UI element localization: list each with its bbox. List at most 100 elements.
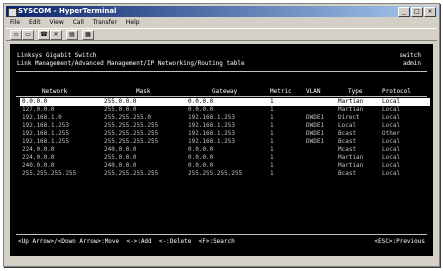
- hyperterminal-window: SYSCOM - HyperTerminal _ □ × File Edit V…: [3, 3, 440, 267]
- table-row[interactable]: 224.0.0.0 255.0.0.0 0.0.0.0 1 Martian Lo…: [20, 154, 430, 162]
- menu-view[interactable]: View: [50, 19, 64, 26]
- cell-type: Direct: [338, 114, 360, 121]
- terminal-app-icon: [8, 8, 17, 17]
- col-vlan: VLAN: [306, 88, 321, 95]
- minimize-icon[interactable]: _: [398, 7, 410, 17]
- cell-gateway: 0.0.0.0: [188, 146, 214, 153]
- table-row[interactable]: 192.168.1.255 255.255.255.255 192.168.1.…: [20, 138, 430, 146]
- cell-gateway: 192.168.1.253: [188, 122, 235, 129]
- col-mask: Mask: [136, 88, 151, 95]
- properties-icon[interactable]: ▦: [82, 30, 94, 40]
- cell-network: 224.0.0.0: [22, 146, 55, 153]
- table-row[interactable]: 0.0.0.0 255.0.0.0 0.0.0.0 1 Martian Loca…: [20, 98, 430, 106]
- table-row[interactable]: 127.0.0.0 255.0.0.0 0.0.0.0 1 Martian Lo…: [20, 106, 430, 114]
- cell-network: 240.0.0.0: [22, 162, 55, 169]
- cell-metric: 1: [270, 122, 274, 129]
- cell-metric: 1: [270, 138, 274, 145]
- cell-protocol: Local: [382, 170, 401, 177]
- cell-network: 255.255.255.255: [22, 170, 77, 177]
- key-help-text: <Up Arrow>/<Down Arrow>:Move <->:Add <-:…: [18, 238, 235, 245]
- cell-metric: 1: [270, 170, 274, 177]
- cell-type: Martian: [338, 106, 364, 113]
- device-type: switch: [399, 52, 421, 59]
- cell-network: 192.168.1.255: [22, 130, 69, 137]
- col-protocol: Protocol: [382, 88, 411, 95]
- menu-help[interactable]: Help: [126, 19, 140, 26]
- cell-protocol: Local: [382, 162, 401, 169]
- cell-gateway: 192.168.1.253: [188, 130, 235, 137]
- terminal-header: Linksys Gigabit Switch Link Management/A…: [17, 52, 245, 68]
- routing-table-header: Network Mask Gateway Metric VLAN Type Pr…: [20, 88, 430, 96]
- routing-table: 0.0.0.0 255.0.0.0 0.0.0.0 1 Martian Loca…: [20, 98, 430, 178]
- cell-gateway: 0.0.0.0: [188, 162, 214, 169]
- title-bar[interactable]: SYSCOM - HyperTerminal _ □ ×: [6, 6, 437, 17]
- cell-type: Martian: [338, 154, 364, 161]
- cell-type: Mcast: [338, 146, 357, 153]
- menu-transfer[interactable]: Transfer: [93, 19, 117, 26]
- table-header-rule: [16, 96, 427, 97]
- cell-vlan: DWDE1: [306, 130, 325, 137]
- window-controls: _ □ ×: [398, 7, 436, 17]
- maximize-icon[interactable]: □: [411, 7, 423, 17]
- table-row[interactable]: 192.168.1.0 255.255.255.0 192.168.1.253 …: [20, 114, 430, 122]
- cell-type: Local: [338, 122, 357, 129]
- table-row[interactable]: 240.0.0.0 240.0.0.0 0.0.0.0 1 Martian Lo…: [20, 162, 430, 170]
- cell-network: 192.168.1.255: [22, 138, 69, 145]
- cell-mask: 255.255.255.255: [104, 130, 159, 137]
- previous-key-hint: <ESC>:Previous: [374, 238, 425, 245]
- cell-mask: 255.0.0.0: [104, 106, 137, 113]
- cell-metric: 1: [270, 154, 274, 161]
- cell-protocol: Local: [382, 122, 401, 129]
- cell-mask: 255.255.255.255: [104, 138, 159, 145]
- table-row[interactable]: 192.168.1.255 255.255.255.255 192.168.1.…: [20, 130, 430, 138]
- cell-gateway: 0.0.0.0: [188, 106, 214, 113]
- cell-mask: 240.0.0.0: [104, 162, 137, 169]
- cell-metric: 1: [270, 114, 274, 121]
- cell-gateway: 0.0.0.0: [188, 154, 214, 161]
- device-name: Linksys Gigabit Switch: [17, 52, 97, 59]
- cell-vlan: DWDE1: [306, 122, 325, 129]
- table-row[interactable]: 255.255.255.255 255.255.255.255 255.255.…: [20, 170, 430, 178]
- user-name: admin: [402, 60, 421, 67]
- menu-edit[interactable]: Edit: [29, 19, 41, 26]
- toolbar: ▫ ▭ ☎ ✕ ▤ ▦: [6, 28, 437, 41]
- cell-gateway: 192.168.1.253: [188, 114, 235, 121]
- cell-type: Martian: [338, 98, 364, 105]
- cell-vlan: DWDE1: [306, 114, 325, 121]
- window-title: SYSCOM - HyperTerminal: [18, 7, 117, 15]
- cell-mask: 240.0.0.0: [104, 146, 137, 153]
- cell-metric: 1: [270, 98, 274, 105]
- header-rule: [16, 71, 427, 72]
- cell-mask: 255.0.0.0: [104, 154, 137, 161]
- new-icon[interactable]: ▫: [10, 30, 22, 40]
- cell-type: Bcast: [338, 130, 357, 137]
- cell-gateway: 0.0.0.0: [188, 98, 214, 105]
- open-icon[interactable]: ▭: [22, 30, 34, 40]
- call-icon[interactable]: ☎: [38, 30, 50, 40]
- cell-type: Martian: [338, 162, 364, 169]
- menu-file[interactable]: File: [10, 19, 20, 26]
- cell-protocol: Local: [382, 146, 401, 153]
- cell-network: 192.168.1.253: [22, 122, 69, 129]
- table-row[interactable]: 192.168.1.253 255.255.255.255 192.168.1.…: [20, 122, 430, 130]
- disconnect-icon[interactable]: ✕: [50, 30, 62, 40]
- cell-mask: 255.0.0.0: [104, 98, 137, 105]
- menu-bar: File Edit View Call Transfer Help: [6, 18, 437, 27]
- menu-call[interactable]: Call: [73, 19, 84, 26]
- col-type: Type: [348, 88, 363, 95]
- terminal-header-right: switch admin: [399, 52, 421, 68]
- table-row[interactable]: 224.0.0.0 240.0.0.0 0.0.0.0 1 Mcast Loca…: [20, 146, 430, 154]
- terminal-screen[interactable]: Linksys Gigabit Switch Link Management/A…: [10, 44, 433, 256]
- close-icon[interactable]: ×: [424, 7, 436, 17]
- col-gateway: Gateway: [212, 88, 238, 95]
- cell-protocol: Local: [382, 106, 401, 113]
- cell-type: Bcast: [338, 170, 357, 177]
- cell-type: Bcast: [338, 138, 357, 145]
- send-icon[interactable]: ▤: [66, 30, 78, 40]
- key-help-bar: <Up Arrow>/<Down Arrow>:Move <->:Add <-:…: [16, 238, 427, 246]
- cell-protocol: Local: [382, 98, 401, 105]
- cell-gateway: 192.168.1.253: [188, 138, 235, 145]
- cell-network: 192.168.1.0: [22, 114, 62, 121]
- cell-network: 127.0.0.0: [22, 106, 55, 113]
- col-network: Network: [42, 88, 68, 95]
